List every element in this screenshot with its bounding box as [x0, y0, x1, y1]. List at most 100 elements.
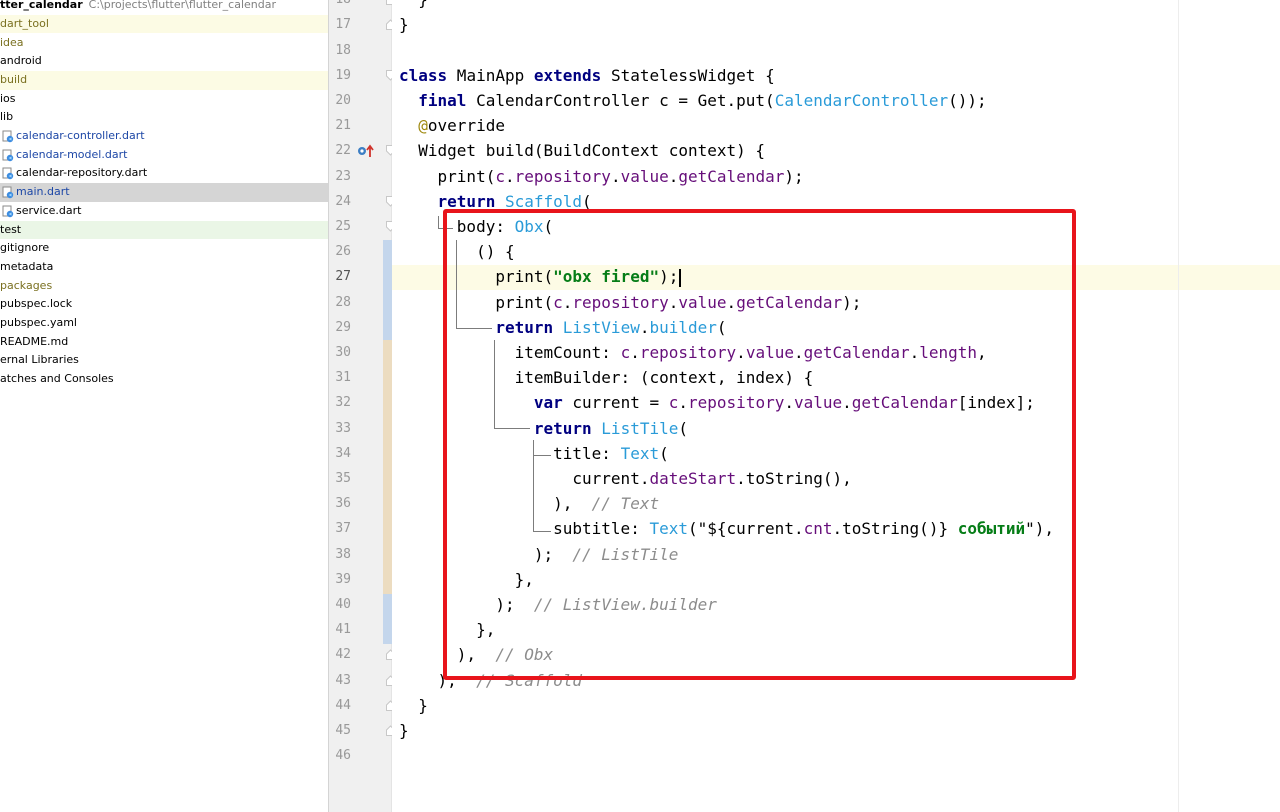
tree-item[interactable]: calendar-repository.dart [0, 164, 328, 183]
vcs-change-marker[interactable] [383, 240, 392, 340]
line-number: 37 [335, 521, 351, 537]
tree-item-label: build [0, 72, 28, 86]
tree-item-label: test [0, 222, 22, 236]
line-number: 34 [335, 445, 351, 461]
code-token: MainApp [447, 65, 534, 85]
tree-item[interactable]: dart_tool [0, 14, 328, 34]
vcs-change-marker[interactable] [383, 340, 392, 600]
code-line[interactable]: final CalendarController c = Get.put(Cal… [399, 88, 987, 113]
tree-item-label: main.dart [16, 185, 70, 199]
dart-file-icon [2, 205, 14, 217]
tree-item-label: idea [0, 35, 24, 49]
tree-item[interactable]: android [0, 52, 328, 71]
line-number: 38 [335, 546, 351, 562]
project-path: C:\projects\flutter\flutter_calendar [88, 0, 277, 11]
tree-item[interactable]: idea [0, 34, 328, 53]
tree-item-label: atches and Consoles [0, 372, 114, 386]
line-number: 26 [335, 244, 351, 260]
tree-item[interactable]: ios [0, 90, 328, 109]
tree-item[interactable]: atches and Consoles [0, 370, 328, 389]
tree-item[interactable]: service.dart [0, 202, 328, 221]
code-line[interactable]: Widget build(BuildContext context) { [399, 138, 765, 163]
line-number: 22 [335, 143, 351, 159]
code-token: getCalendar [678, 166, 785, 186]
tree-item-label: README.md [0, 334, 69, 348]
code-line[interactable]: } [399, 12, 409, 37]
line-number: 30 [335, 344, 351, 360]
code-token: value [620, 166, 669, 186]
code-line[interactable]: class MainApp extends StatelessWidget { [399, 63, 775, 88]
line-number: 46 [335, 748, 351, 764]
code-token: StatelessWidget { [601, 65, 775, 85]
code-token: return [399, 191, 496, 211]
code-token: } [399, 0, 428, 9]
line-number: 25 [335, 218, 351, 234]
vcs-change-marker[interactable] [383, 594, 392, 644]
code-token: } [399, 695, 428, 715]
tree-item-label: calendar-model.dart [16, 147, 128, 161]
line-number: 36 [335, 496, 351, 512]
project-tree: tter_calendar C:\projects\flutter\flutter… [0, 0, 329, 812]
tree-item-label: packages [0, 278, 53, 292]
code-token: extends [533, 65, 602, 85]
line-number: 18 [335, 42, 351, 58]
tree-item[interactable]: main.dart [0, 183, 328, 202]
tree-item-label: ios [0, 91, 16, 105]
line-number: 35 [335, 470, 351, 486]
line-number: 24 [335, 193, 351, 209]
tree-item[interactable]: lib [0, 108, 328, 127]
line-number: 44 [335, 697, 351, 713]
tree-item[interactable]: test [0, 220, 328, 240]
code-token: CalendarController c = Get.put( [466, 90, 775, 110]
code-token: @ [399, 116, 428, 136]
code-token: } [399, 720, 409, 740]
code-line[interactable]: print(c.repository.value.getCalendar); [399, 164, 804, 189]
tree-item-label: dart_tool [0, 16, 49, 30]
tree-item-label: lib [0, 110, 14, 124]
line-number: 17 [335, 17, 351, 33]
line-number: 18 [329, 0, 351, 12]
line-number: 43 [335, 672, 351, 688]
tree-item[interactable]: build [0, 70, 328, 90]
tree-item[interactable]: gitignore [0, 239, 328, 258]
code-token: ()); [948, 90, 987, 110]
code-token: override [427, 116, 505, 136]
tree-root[interactable]: tter_calendar C:\projects\flutter\flutter… [0, 0, 328, 15]
tree-item[interactable]: calendar-model.dart [0, 146, 328, 165]
tree-item-label: pubspec.lock [0, 297, 73, 311]
tree-item-label: metadata [0, 259, 54, 273]
tree-item[interactable]: metadata [0, 258, 328, 277]
code-token: ); [784, 166, 804, 186]
line-number: 29 [335, 319, 351, 335]
line-number: 42 [335, 647, 351, 663]
override-gutter-icon[interactable] [357, 143, 377, 159]
line-number: 41 [335, 622, 351, 638]
code-line[interactable]: @override [399, 113, 505, 138]
code-token: c [495, 166, 505, 186]
code-line[interactable]: } [399, 0, 428, 12]
code-token: . [504, 166, 515, 186]
tree-item[interactable]: pubspec.yaml [0, 314, 328, 333]
dart-file-icon [2, 149, 14, 161]
code-line[interactable]: } [399, 718, 409, 743]
tree-item[interactable]: pubspec.lock [0, 295, 328, 314]
tree-item[interactable]: README.md [0, 333, 328, 352]
code-token: Widget build(BuildContext context) { [399, 141, 766, 161]
tree-item-label: calendar-repository.dart [16, 166, 148, 180]
tree-item[interactable]: calendar-controller.dart [0, 127, 328, 146]
line-number: 40 [335, 596, 351, 612]
line-number: 33 [335, 420, 351, 436]
code-line[interactable]: } [399, 693, 428, 718]
code-token: } [399, 15, 409, 35]
tree-item-label: service.dart [16, 203, 82, 217]
tree-item-label: android [0, 54, 42, 68]
code-token: ( [582, 191, 592, 211]
tree-item[interactable]: packages [0, 277, 328, 296]
line-number: 39 [335, 571, 351, 587]
code-token: . [668, 166, 679, 186]
code-token: CalendarController [774, 90, 949, 110]
line-number: 31 [335, 370, 351, 386]
highlight-box [443, 209, 1076, 680]
tree-item[interactable]: ernal Libraries [0, 351, 328, 370]
